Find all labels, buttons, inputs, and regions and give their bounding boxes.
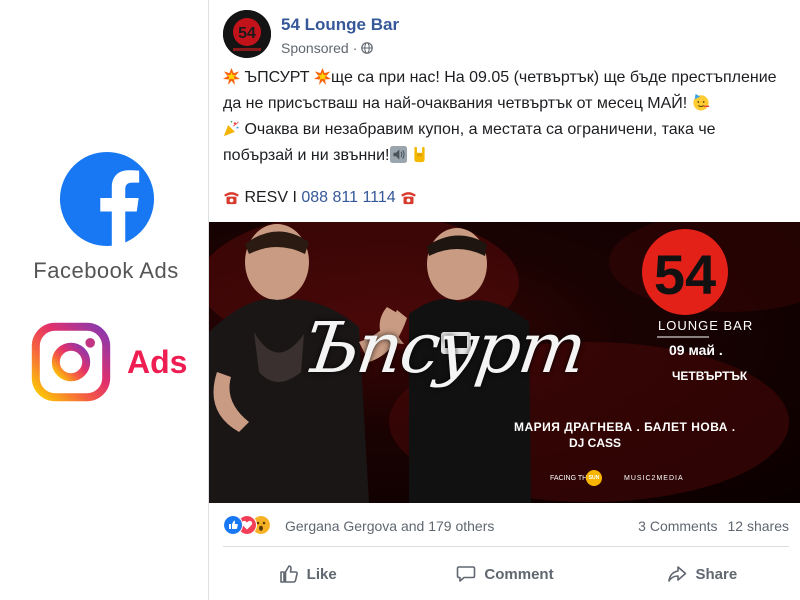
event-title: Ъпсурт — [298, 307, 590, 389]
post-paragraph-2: Очаква ви незабравим купон, а местата са… — [223, 118, 789, 170]
lounge-logo-icon: 54 — [223, 10, 271, 58]
sponsored-post: 54 54 Lounge Bar Sponsored · ЪПСУРТ ще с… — [208, 0, 800, 600]
dot-separator: · — [352, 40, 358, 56]
share-label: Share — [695, 565, 738, 583]
facebook-ads-label: Facebook Ads — [33, 258, 179, 283]
share-arrow-icon — [668, 566, 687, 582]
svg-text:54: 54 — [238, 25, 256, 42]
lounge-bar-label: LOUNGE BAR — [658, 318, 754, 333]
comment-bubble-icon — [457, 566, 476, 582]
post-text-part-1: ЪПСУРТ — [240, 69, 314, 86]
post-paragraph-1: ЪПСУРТ ще са при нас! На 09.05 (четвъртъ… — [223, 66, 789, 118]
instagram-ads-label: Ads — [127, 344, 188, 380]
post-text: ЪПСУРТ ще са при нас! На 09.05 (четвъртъ… — [223, 66, 789, 170]
event-artists: МАРИЯ ДРАГНЕВА . БАЛЕТ НОВА . — [514, 420, 736, 434]
reactions-bar: Gergana Gergova and 179 others 3 Comment… — [223, 512, 789, 542]
rock-hand-emoji-icon — [411, 146, 428, 170]
shares-count-link[interactable]: 12 shares — [728, 518, 789, 534]
reaction-icons[interactable] — [223, 515, 281, 535]
page-name-link[interactable]: 54 Lounge Bar — [281, 15, 399, 35]
left-panel: Facebook Ads Ads — [0, 0, 208, 600]
party-face-emoji-icon — [692, 93, 710, 118]
event-date: 09 май . — [669, 342, 723, 358]
reactors-link[interactable]: Gergana Gergova and 179 others — [285, 518, 494, 534]
thumbs-up-icon — [279, 565, 298, 583]
globe-icon — [361, 42, 374, 54]
like-label: Like — [306, 565, 337, 583]
instagram-logo-icon — [31, 322, 111, 402]
event-day: ЧЕТВЪРТЪК — [672, 369, 748, 383]
comment-label: Comment — [484, 565, 554, 583]
share-button[interactable]: Share — [604, 552, 800, 596]
like-reaction-icon — [223, 515, 243, 535]
phone-number-link[interactable]: 088 811 1114 — [301, 189, 395, 206]
post-actions: Like Comment Share — [209, 552, 800, 596]
svg-text:54: 54 — [654, 243, 716, 306]
sun-badge-icon: SUN — [586, 470, 602, 486]
lounge-bar-logo: 54 — [642, 229, 728, 315]
divider — [223, 546, 789, 547]
comments-count-link[interactable]: 3 Comments — [638, 518, 717, 534]
post-text-part-3: Очаква ви незабравим купон, а местата са… — [223, 121, 716, 164]
explosion-emoji-icon — [313, 68, 331, 92]
explosion-emoji-icon — [223, 68, 240, 92]
sponsored-meta: Sponsored · — [281, 40, 374, 56]
reservation-line: RESV I 088 811 1114 — [223, 189, 417, 210]
phone-emoji-icon — [400, 190, 417, 210]
sponsored-label[interactable]: Sponsored — [281, 40, 349, 56]
party-popper-emoji-icon — [223, 120, 240, 144]
facebook-logo-icon — [59, 151, 155, 247]
engagement-counts: 3 Comments 12 shares — [638, 518, 789, 534]
comment-button[interactable]: Comment — [406, 552, 603, 596]
speaker-emoji-icon — [389, 146, 407, 170]
event-dj: DJ CASS — [569, 436, 622, 450]
resv-label: RESV I — [240, 189, 302, 206]
like-button[interactable]: Like — [209, 552, 406, 596]
sponsor-music2media: MUSIC2MEDIA — [624, 475, 684, 482]
phone-emoji-icon — [223, 190, 240, 210]
ad-image[interactable]: 54 Ъпсурт LOUNGE BAR 09 май . ЧЕТВЪРТЪК … — [209, 222, 800, 503]
page-avatar[interactable]: 54 — [223, 10, 271, 58]
